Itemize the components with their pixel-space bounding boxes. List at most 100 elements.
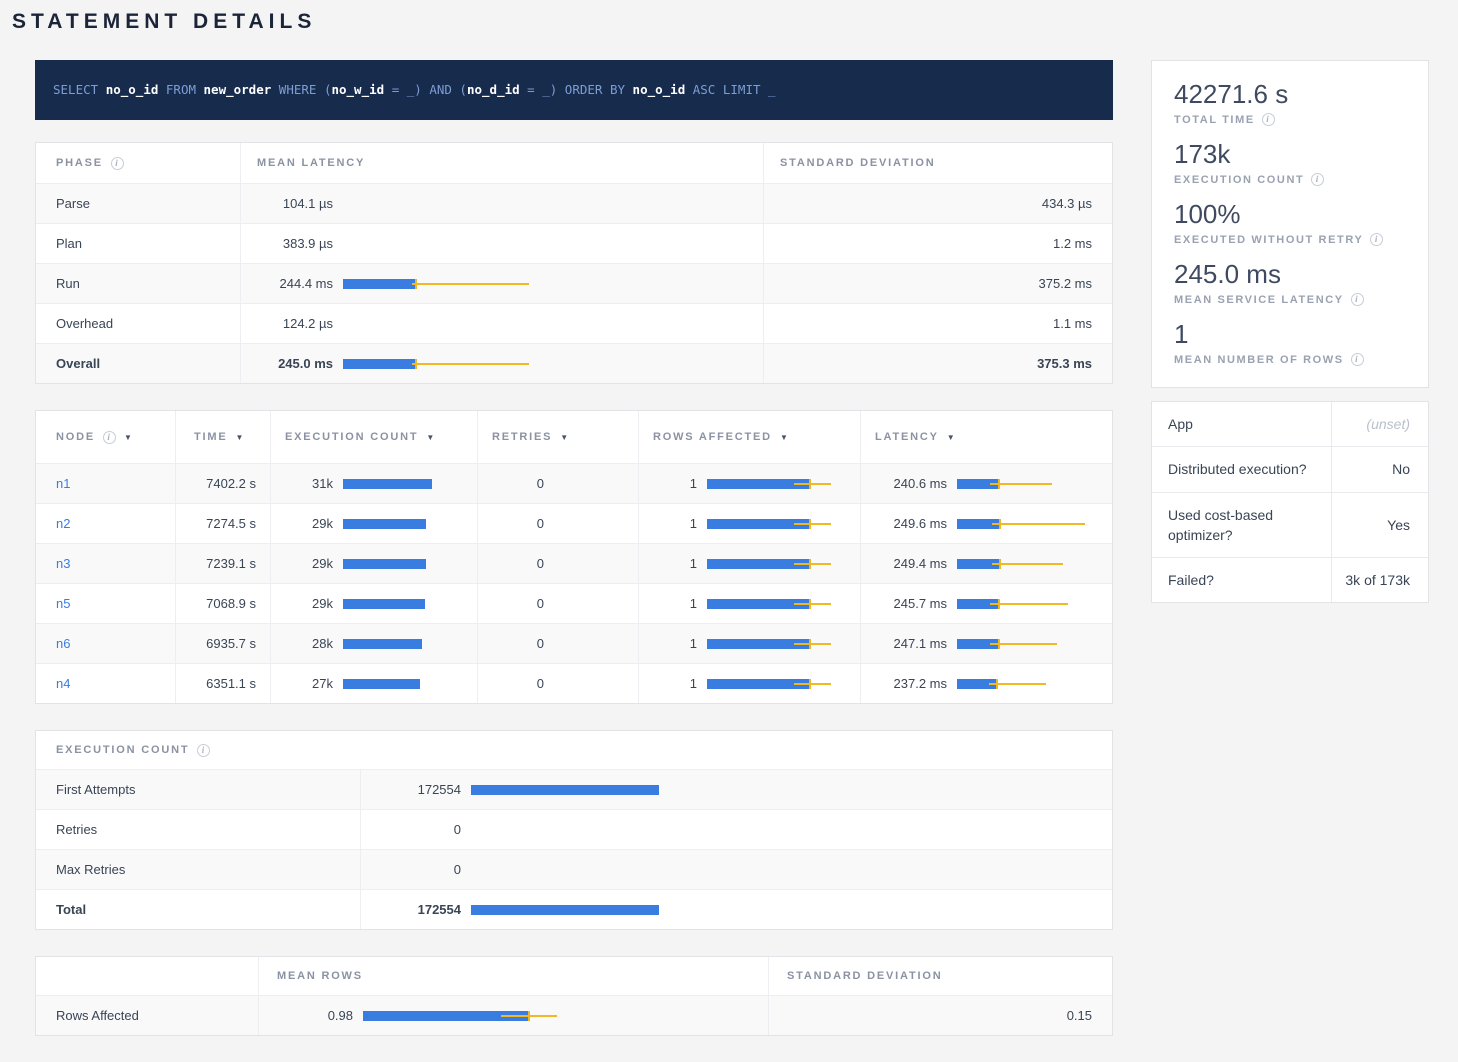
stat-label-text: EXECUTION COUNT: [1174, 174, 1304, 186]
bar-fill: [343, 639, 422, 649]
node-table: NODE i ▼ TIME ▼ EXECUTION COUNT ▼ RETRIE…: [35, 410, 1113, 704]
node-link[interactable]: n1: [56, 476, 70, 491]
stdev-line: [794, 563, 831, 565]
stdev-line: [992, 523, 1085, 525]
node-column-header[interactable]: NODE i ▼: [36, 411, 176, 463]
execution-count-bar: [343, 558, 467, 570]
mean-latency-cell: 244.4 ms: [241, 264, 764, 303]
stdev-column-header: STANDARD DEVIATION: [769, 957, 1112, 995]
retries-column-header[interactable]: RETRIES ▼: [478, 411, 639, 463]
stat-total-time: 42271.6 s TOTAL TIME i: [1174, 79, 1406, 126]
mean-rows-cell: 0.98: [259, 996, 769, 1035]
column-header-label: EXECUTION COUNT: [285, 431, 418, 443]
table-row: n1 7402.2 s 31k 0 1 240.6 ms: [36, 463, 1112, 503]
row-label: Rows Affected: [56, 1008, 139, 1023]
stdev-tick: [528, 1011, 530, 1021]
phase-label: Run: [56, 276, 80, 291]
info-icon[interactable]: i: [1351, 353, 1364, 366]
stdev-value: 375.3 ms: [1037, 356, 1092, 371]
retries-value: 0: [492, 556, 544, 571]
execution-count-bar: [343, 638, 467, 650]
table-row: Run 244.4 ms 375.2 ms: [36, 263, 1112, 303]
stdev-line: [990, 643, 1057, 645]
latency-cell: 247.1 ms: [861, 624, 1112, 663]
retries-cell: 0: [478, 544, 639, 583]
rows-affected-cell: 1: [639, 504, 861, 543]
stdev-tick: [809, 519, 811, 529]
rows-affected-bar: [707, 558, 848, 570]
detail-row-failed: Failed? 3k of 173k: [1152, 557, 1428, 602]
table-row: Rows Affected 0.98 0.15: [36, 995, 1112, 1035]
mean-latency-cell: 245.0 ms: [241, 344, 764, 383]
table-row: First Attempts 172554: [36, 769, 1112, 809]
info-icon[interactable]: i: [1370, 233, 1383, 246]
info-icon[interactable]: i: [197, 744, 210, 757]
stdev-line: [794, 483, 831, 485]
latency-bar: [343, 358, 747, 370]
node-cell: n4: [36, 664, 176, 703]
table-row: n6 6935.7 s 28k 0 1 247.1 ms: [36, 623, 1112, 663]
detail-label: App: [1152, 402, 1332, 446]
execution-count-cell: 27k: [271, 664, 478, 703]
execution-count-cell: 29k: [271, 504, 478, 543]
info-icon[interactable]: i: [1262, 113, 1275, 126]
info-icon[interactable]: i: [103, 431, 116, 444]
node-link[interactable]: n3: [56, 556, 70, 571]
node-link[interactable]: n2: [56, 516, 70, 531]
phase-cell: Overhead: [36, 304, 241, 343]
info-icon[interactable]: i: [1311, 173, 1324, 186]
execution-count-value: 28k: [285, 636, 333, 651]
node-link[interactable]: n5: [56, 596, 70, 611]
execution-row-value-cell: 172554: [361, 770, 1112, 809]
execution-count-table-title: EXECUTION COUNT i: [36, 731, 1112, 769]
stat-value: 100%: [1174, 199, 1406, 230]
table-row: Retries 0: [36, 809, 1112, 849]
stdev-tick: [809, 639, 811, 649]
stdev-tick: [415, 359, 417, 369]
execution-count-bar: [471, 904, 1096, 916]
latency-bar: [957, 558, 1096, 570]
latency-column-header[interactable]: LATENCY ▼: [861, 411, 1112, 463]
execution-count-value: 172554: [375, 902, 461, 917]
column-header-label: MEAN LATENCY: [257, 157, 365, 169]
execution-count-column-header[interactable]: EXECUTION COUNT ▼: [271, 411, 478, 463]
sql-token: WHERE (: [271, 82, 331, 97]
node-link[interactable]: n6: [56, 636, 70, 651]
execution-count-value: 29k: [285, 516, 333, 531]
sql-token: no_o_id: [633, 82, 686, 97]
stat-execution-count: 173k EXECUTION COUNT i: [1174, 139, 1406, 186]
rows-affected-column-header[interactable]: ROWS AFFECTED ▼: [639, 411, 861, 463]
execution-row-label-cell: Total: [36, 890, 361, 929]
stdev-tick: [998, 639, 1000, 649]
time-value: 7402.2 s: [206, 476, 256, 491]
bar-fill: [343, 279, 416, 289]
column-header-label: LATENCY: [875, 431, 939, 443]
main-column: SELECT no_o_id FROM new_order WHERE (no_…: [35, 60, 1113, 1036]
stdev-value: 434.3 µs: [1042, 196, 1092, 211]
stdev-cell: 1.1 ms: [764, 304, 1112, 343]
execution-count-table-header: EXECUTION COUNT i: [36, 731, 1112, 769]
stdev-line: [794, 523, 831, 525]
stdev-line: [990, 603, 1068, 605]
rows-affected-table: MEAN ROWS STANDARD DEVIATION Rows Affect…: [35, 956, 1113, 1036]
time-column-header[interactable]: TIME ▼: [176, 411, 271, 463]
phase-cell: Run: [36, 264, 241, 303]
stat-value: 245.0 ms: [1174, 259, 1406, 290]
node-link[interactable]: n4: [56, 676, 70, 691]
stat-label-text: EXECUTED WITHOUT RETRY: [1174, 234, 1363, 246]
execution-row-label-cell: Retries: [36, 810, 361, 849]
execution-count-cell: 28k: [271, 624, 478, 663]
stdev-line: [412, 363, 529, 365]
info-icon[interactable]: i: [111, 157, 124, 170]
rows-affected-value: 1: [653, 516, 697, 531]
info-icon[interactable]: i: [1351, 293, 1364, 306]
stdev-tick: [809, 479, 811, 489]
rows-affected-table-header: MEAN ROWS STANDARD DEVIATION: [36, 957, 1112, 995]
bar-fill: [343, 559, 426, 569]
stdev-tick: [999, 559, 1001, 569]
rows-affected-bar: [707, 638, 848, 650]
stdev-cell: 375.2 ms: [764, 264, 1112, 303]
sql-token: no_d_id: [467, 82, 520, 97]
rows-affected-value: 1: [653, 636, 697, 651]
stat-label: EXECUTION COUNT i: [1174, 173, 1406, 186]
